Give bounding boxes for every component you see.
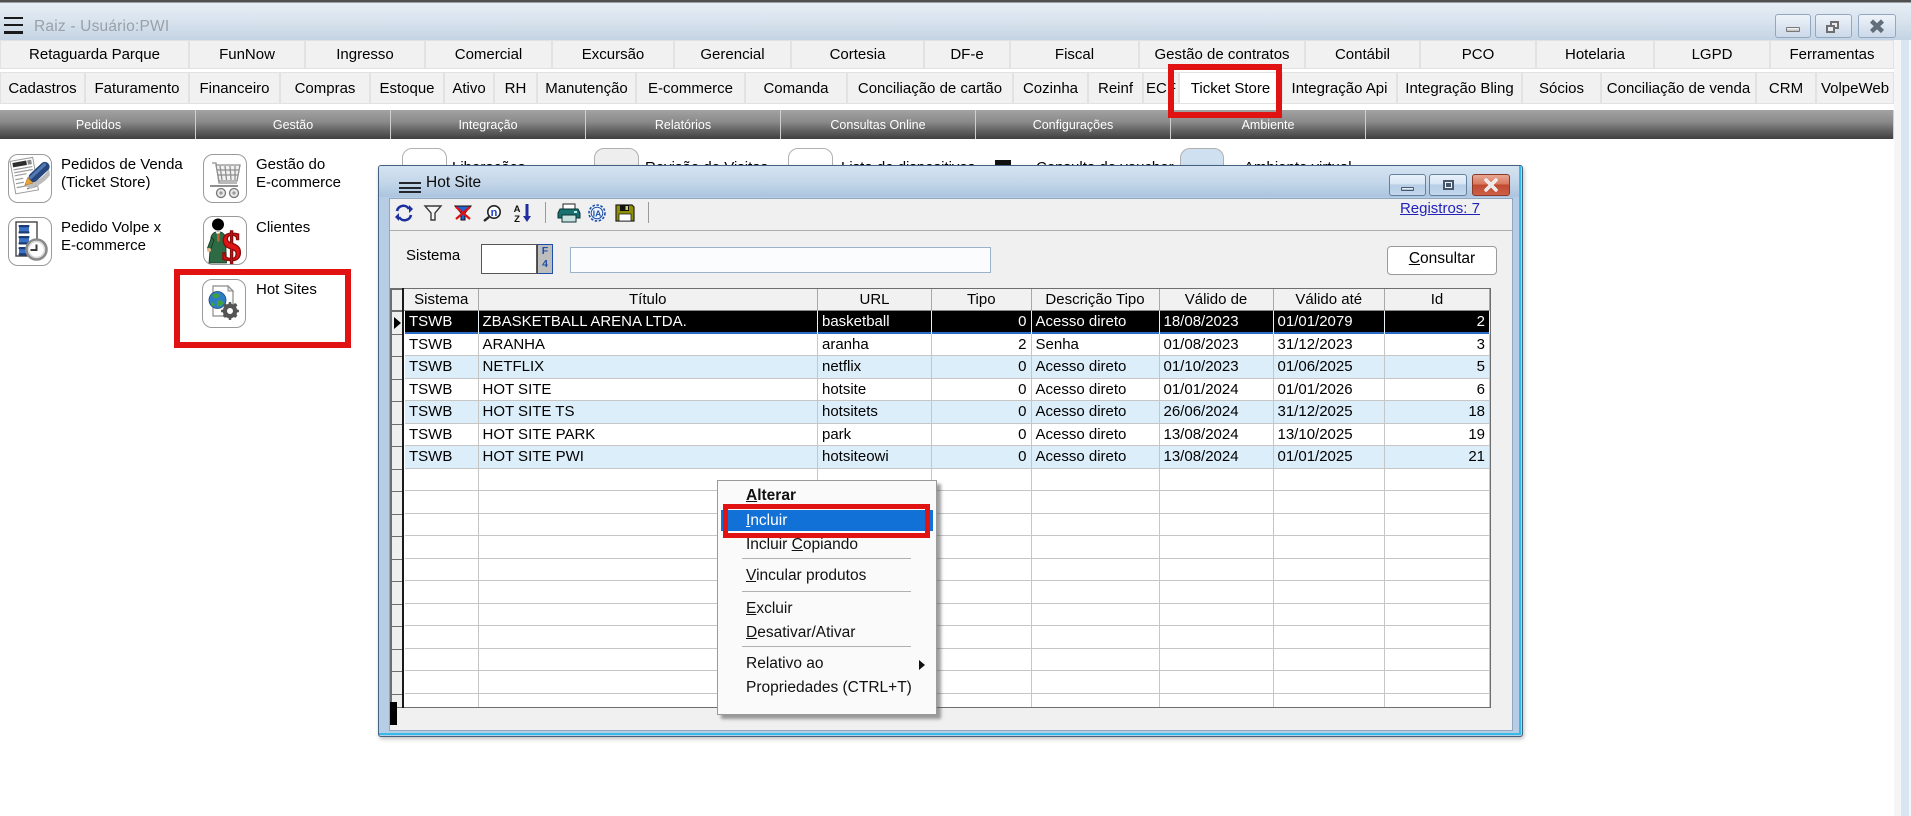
svg-text:n: n xyxy=(491,207,498,219)
svg-text:$: $ xyxy=(222,224,242,264)
svg-text:Z: Z xyxy=(514,214,520,223)
svg-text:IA: IA xyxy=(593,209,602,219)
